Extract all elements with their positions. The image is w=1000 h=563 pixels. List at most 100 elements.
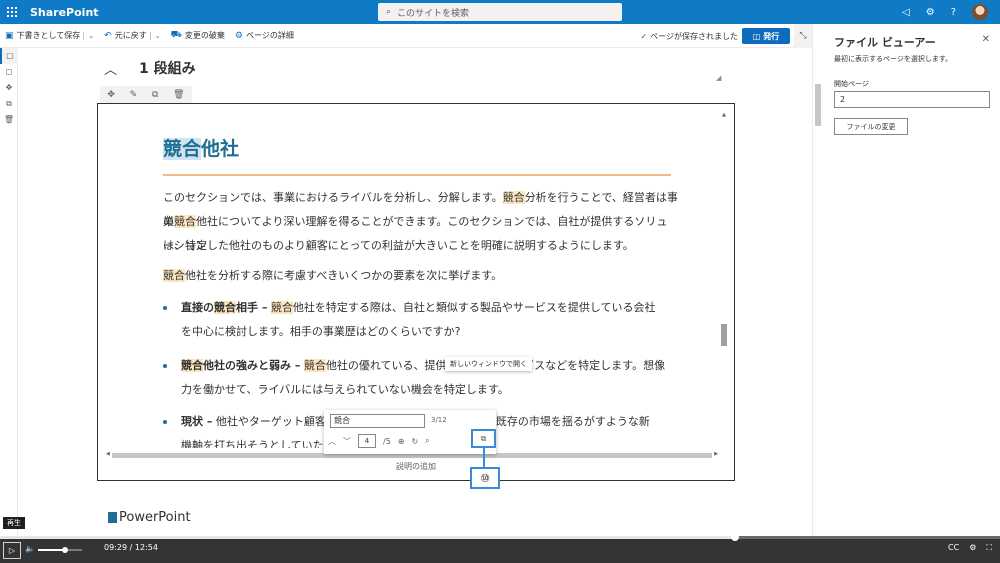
section-title[interactable]: 1 段組み [139,58,196,78]
document-title: 競合他社 [163,134,239,161]
text: このセクションでは、事業におけるライバルを分析し、分解します。 [163,191,503,204]
saved-status: ✓ ページが保存されました [640,24,738,48]
progress-knob[interactable] [731,533,739,541]
undo-button[interactable]: ↶ 元に戻す ⌄ [99,30,165,41]
undo-icon: ↶ [104,30,112,41]
file-viewer[interactable]: 競合他社 このセクションでは、事業におけるライバルを分析し、分解します。競合分析… [97,103,735,481]
text: 他社やターゲット顧客 [215,415,326,428]
add-section-icon[interactable]: ▢ [0,48,18,64]
start-page-input[interactable]: 2 [834,91,990,108]
chevron-down-icon[interactable]: ⌄ [149,31,161,40]
help-icon[interactable]: ? [951,7,956,18]
list-item: 直接の競合相手 – 競合他社を特定する際は、自社と類似する製品やサービスを提供し… [163,296,678,344]
match-count: 3/12 [431,416,447,424]
duplicate-icon[interactable]: ⧉ [152,90,158,100]
edit-icon[interactable]: ✎ [130,90,138,100]
bullet-dot [163,364,167,368]
zoom-in-icon[interactable]: ⊕ [398,437,405,446]
vertical-scrollbar[interactable]: ▲ [720,112,728,454]
duplicate-icon[interactable]: ⧉ [0,96,18,112]
close-icon[interactable]: ✕ [982,34,990,45]
rotate-icon[interactable]: ↻ [412,437,419,446]
collapse-section-icon[interactable]: ︿ [104,59,117,78]
search-highlight: 競合 [163,138,202,160]
panel-scrollbar[interactable] [815,84,821,126]
play-button[interactable]: ▷ [3,542,21,559]
scroll-right-icon[interactable]: ▶ [714,451,718,457]
time-readout: 09:29 / 12:54 [104,543,158,552]
find-input[interactable]: 競合 [330,414,425,428]
captions-icon[interactable]: CC [948,543,959,553]
collapse-panel-icon[interactable]: ⤡ [794,24,812,48]
caption-field[interactable]: 説明の追加 [98,461,734,472]
paragraph: は、特定した他社のものより顧客にとっての利益が大きいことを明確に説明するようにし… [163,239,634,252]
webpart-toolbar: ✥ ✎ ⧉ 🗑 [100,86,192,104]
powerpoint-icon [108,512,117,523]
section-header: ︿ 1 段組み [104,58,196,78]
step-callout: ⑩ [470,467,500,489]
scroll-up-icon[interactable]: ▲ [720,112,728,118]
paragraph: 競合他社を分析する際に考慮すべきいくつかの要素を次に挙げます。 [163,264,678,288]
publish-icon: ◫ [752,31,761,41]
app-brand[interactable]: SharePoint [30,6,99,19]
next-page-icon[interactable]: ﹀ [343,436,351,447]
publish-button[interactable]: ◫ 発行 [742,28,790,44]
search-highlight: 競合 [502,191,525,204]
undo-label: 元に戻す [114,31,147,40]
video-progress[interactable] [0,533,1000,541]
search-input[interactable]: ⌕ このサイトを検索 [378,3,622,21]
search-icon[interactable]: ⌕ [425,436,429,446]
start-page-label: 開始ページ [834,80,869,88]
volume-icon[interactable]: 🔈 [25,544,35,553]
fullscreen-icon[interactable]: ⛶ [986,543,992,553]
document-page: 競合他社 このセクションでは、事業におけるライバルを分析し、分解します。競合分析… [98,104,722,448]
discard-button[interactable]: ⛟ 変更の破棄 [166,30,230,41]
text: 他社を分析する際に考慮すべきいくつかの要素を次に挙げます。 [185,269,503,282]
page-canvas: ︿ 1 段組み ◢ ✥ ✎ ⧉ 🗑 競合他社 このセクションでは、事業におけるラ… [18,48,812,540]
comment-icon[interactable]: ◻ [0,64,18,80]
search-highlight: 競合 [181,359,203,372]
change-file-button[interactable]: ファイルの変更 [834,118,908,135]
save-draft-button[interactable]: ▣ 下書きとして保存 ⌄ [0,30,99,41]
scroll-left-icon[interactable]: ◀ [106,451,110,457]
page-number-input[interactable]: 4 [358,434,376,448]
gear-icon[interactable]: ⚙ [926,7,935,18]
new-window-tooltip: 新しいウィンドウで開く [445,357,532,371]
panel-title: ファイル ビューアー [834,36,936,49]
discard-label: 変更の破棄 [184,31,225,40]
volume-slider[interactable] [38,547,82,553]
search-placeholder: このサイトを検索 [397,8,470,19]
move-icon[interactable]: ✥ [107,90,115,100]
volume-knob[interactable] [62,547,68,553]
megaphone-icon[interactable]: ◁ [902,7,910,18]
duration: 12:54 [134,543,158,552]
move-icon[interactable]: ✥ [0,80,18,96]
powerpoint-heading: PowerPoint [108,510,191,525]
prev-page-icon[interactable]: ︿ [328,436,336,447]
delete-icon[interactable]: 🗑 [0,112,18,128]
suite-bar: SharePoint ⌕ このサイトを検索 ◁ ⚙ ? [0,0,1000,24]
avatar[interactable] [972,4,988,20]
settings-icon[interactable]: ⚙ [969,543,976,553]
page-details-button[interactable]: ⚙ ページの詳細 [230,30,299,41]
text: 他社を特定する際は、自社と類似する製品やサービスを提供している会社 [292,301,656,314]
scroll-thumb[interactable] [721,324,727,346]
bullet-dot [163,306,167,310]
current-time: 09:29 [104,543,128,552]
delete-icon[interactable]: 🗑 [173,90,184,100]
open-new-window-button[interactable]: ⧉ [471,429,496,448]
save-icon: ▣ [5,30,14,41]
text: 直接の [181,301,214,314]
chevron-down-icon[interactable]: ⌄ [83,31,94,40]
open-new-window-icon: ⧉ [480,433,487,443]
waffle-icon[interactable] [0,0,24,24]
time-separator: / [129,543,133,552]
play-icon: ▷ [8,546,16,555]
total-pages: /5 [383,436,391,446]
suite-icons: ◁ ⚙ ? [902,0,988,24]
property-panel: ファイル ビューアー ✕ 最初に表示するページを選択します。 開始ページ 2 フ… [812,24,1000,540]
search-icon: ⌕ [386,7,392,17]
resize-handle-icon[interactable]: ◢ [716,74,721,82]
search-highlight: 競合 [174,215,196,228]
volume-fill [38,549,64,551]
